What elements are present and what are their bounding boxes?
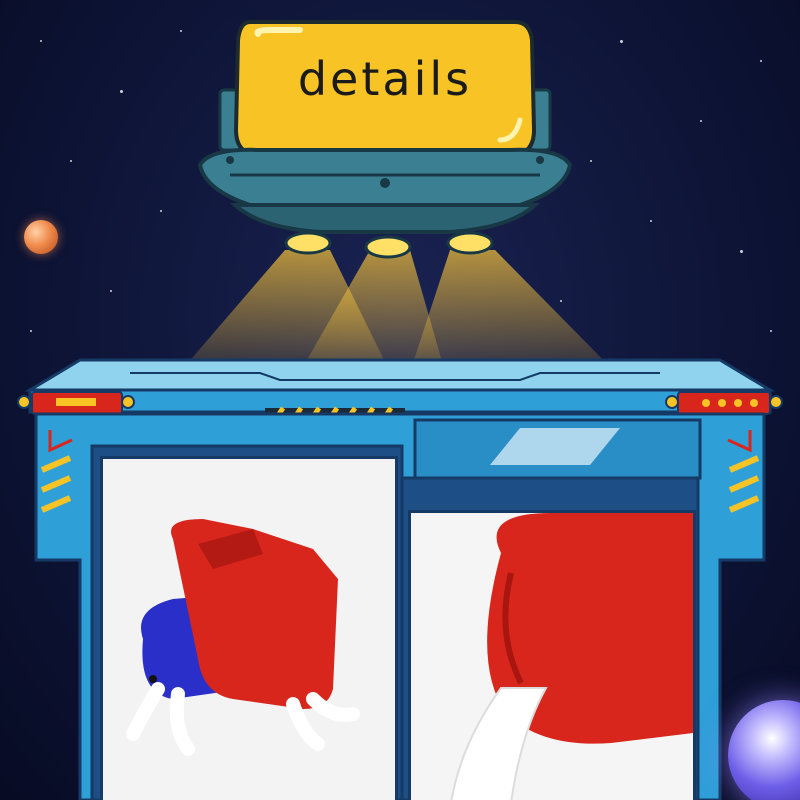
space-scene: details — [0, 0, 800, 800]
product-photo-right — [408, 510, 696, 800]
product-photo-left — [100, 456, 398, 800]
